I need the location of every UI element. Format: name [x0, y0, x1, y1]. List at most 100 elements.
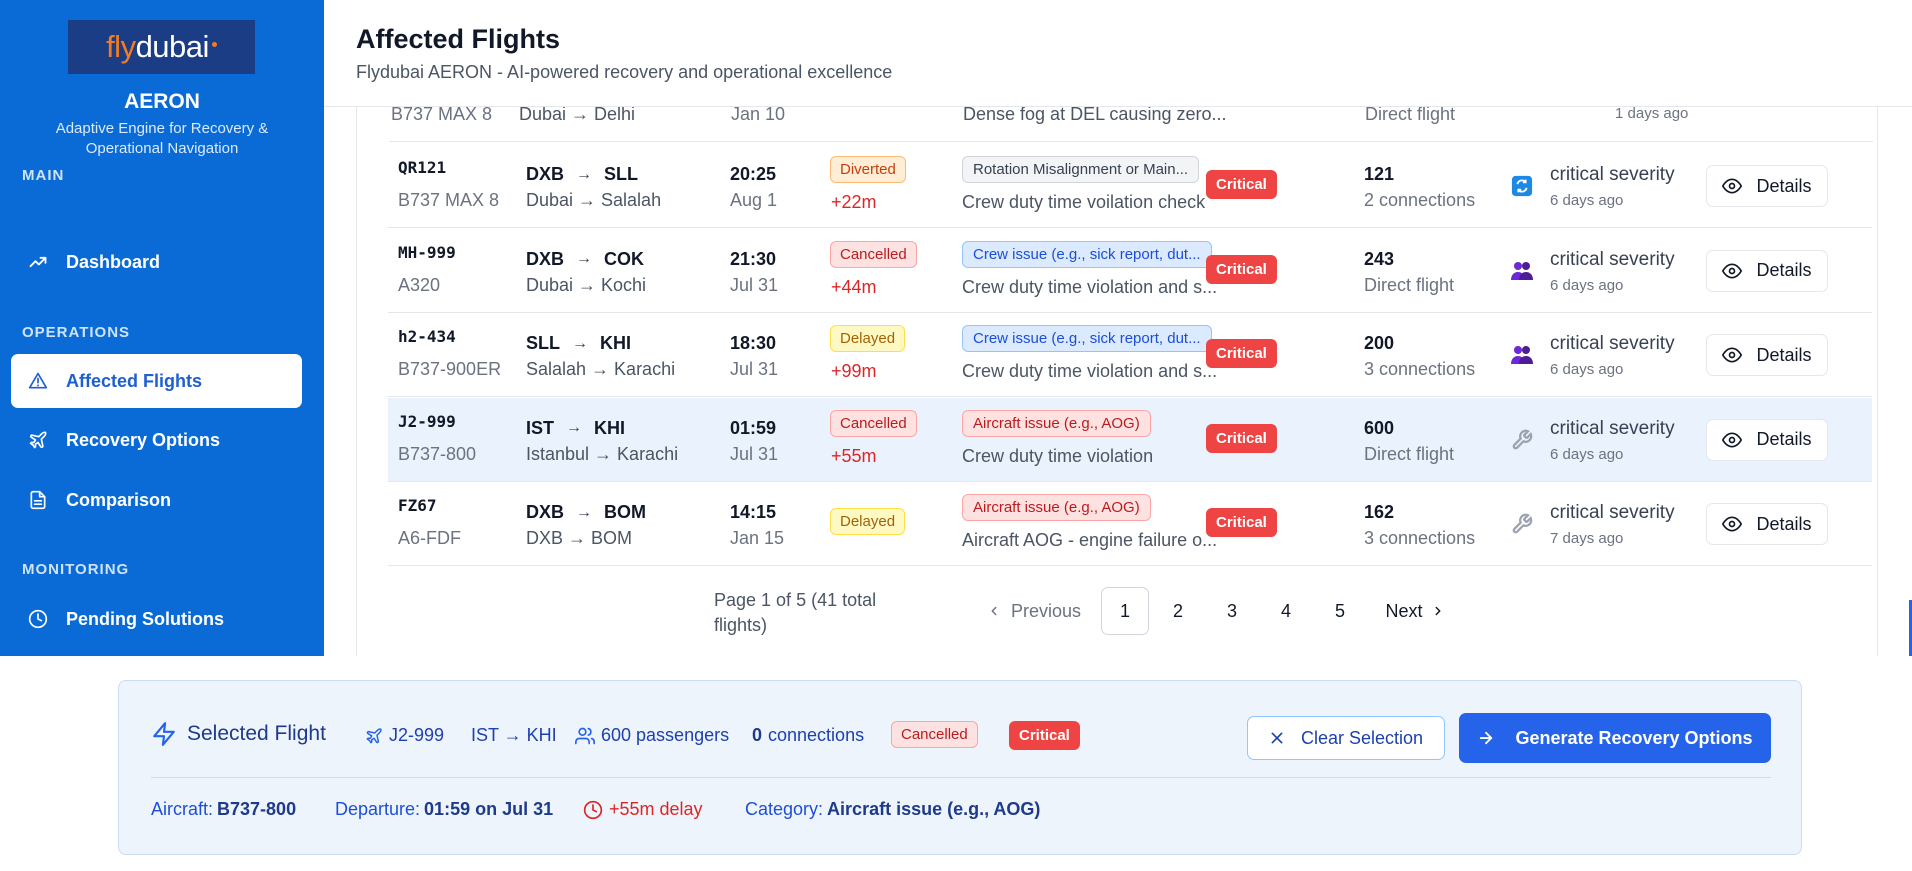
status-badge: Cancelled [830, 240, 917, 268]
table-row[interactable]: J2-999 B737-800 IST → KHI Istanbul → Kar… [388, 397, 1872, 482]
sidebar-item-recovery-options[interactable]: Recovery Options [11, 413, 302, 467]
generate-recovery-options-button[interactable]: Generate Recovery Options [1459, 713, 1771, 763]
nav-section-main: MAIN [22, 167, 65, 184]
crew-icon [1510, 343, 1534, 367]
sidebar-item-label: Pending Solutions [66, 608, 224, 629]
details-button[interactable]: Details [1706, 334, 1828, 376]
selected-category: Category: Aircraft issue (e.g., AOG) [745, 799, 1040, 820]
route-codes: SLL → KHI [526, 333, 631, 354]
destination-code: COK [604, 248, 645, 269]
route-cities: Dubai → Delhi [519, 104, 636, 124]
severity-text: critical severity [1550, 417, 1675, 439]
flight-number: QR121 [398, 158, 447, 177]
table-row[interactable]: QR121 B737 MAX 8 DXB → SLL Dubai → Salal… [388, 144, 1872, 228]
wrench-icon [1510, 512, 1534, 536]
pagination-page-3[interactable]: 3 [1208, 587, 1256, 635]
connections: 2 connections [1364, 190, 1476, 210]
departure-time: 20:25 [730, 164, 777, 184]
selected-flight-passengers-text: 600 passengers [601, 725, 730, 745]
eye-icon [1722, 178, 1743, 194]
page-title: Affected Flights [356, 24, 561, 54]
details-label: Details [1756, 429, 1812, 449]
severity-badge: Critical [1206, 254, 1277, 284]
flight-date: Jan 10 [731, 104, 786, 124]
sidebar-item-comparison[interactable]: Comparison [11, 473, 302, 527]
severity-cell: Critical [1206, 254, 1277, 284]
alert-triangle-icon [27, 370, 49, 392]
pagination-previous[interactable]: Previous [984, 587, 1084, 635]
delay-minutes: +55m [831, 445, 877, 466]
time-ago: 6 days ago [1550, 445, 1624, 463]
selected-flight-number: J2-999 [365, 725, 444, 746]
status-badge: Cancelled [830, 409, 917, 437]
details-button[interactable]: Details [1706, 418, 1828, 461]
nav-section-operations: OPERATIONS [22, 324, 131, 341]
selected-flight-number-text: J2-999 [389, 725, 445, 745]
severity-text: critical severity [1550, 502, 1675, 523]
route-cities: DXB → BOM [526, 528, 633, 548]
connections: Direct flight [1365, 104, 1456, 124]
clear-selection-label: Clear Selection [1300, 727, 1424, 748]
category-cell: Crew issue (e.g., sick report, dut... [962, 325, 1212, 357]
table-row[interactable]: MH-999 A320 DXB → COK Dubai → Kochi 21:3… [388, 229, 1872, 313]
departure-time: 18:30 [730, 333, 777, 353]
category-badge: Aircraft issue (e.g., AOG) [962, 409, 1151, 437]
table-row[interactable]: FZ67 A6-FDF DXB → BOM DXB → BOM 14:15 Ja… [388, 482, 1872, 566]
departure-value: 01:59 on Jul 31 [424, 799, 554, 819]
eye-icon [1722, 432, 1743, 447]
category-cell: Rotation Misalignment or Main... [962, 156, 1200, 188]
rotation-icon [1510, 174, 1534, 198]
category-value: Aircraft issue (e.g., AOG) [827, 799, 1041, 819]
pagination-page-1[interactable]: 1 [1101, 587, 1149, 635]
time-ago: 6 days ago [1550, 361, 1624, 378]
origin-code: DXB [526, 248, 565, 269]
pagination-next[interactable]: Next [1378, 587, 1452, 635]
category-badge: Aircraft issue (e.g., AOG) [962, 494, 1151, 521]
table-row[interactable]: h2-434 B737-900ER SLL → KHI Salalah → Ka… [388, 313, 1872, 397]
route-codes: IST → KHI [526, 418, 625, 439]
flight-date: Jul 31 [730, 359, 779, 379]
details-button[interactable]: Details [1706, 249, 1828, 292]
delay-minutes: +99m [831, 361, 877, 381]
disruption-description: Aircraft AOG - engine failure o... [962, 530, 1218, 550]
flight-date: Jan 15 [730, 528, 785, 548]
destination-code: KHI [600, 333, 631, 353]
arrow-right-icon [1480, 731, 1493, 745]
severity-badge: Critical [1206, 423, 1277, 453]
origin-code: DXB [526, 164, 565, 184]
app-name: AERON [124, 90, 200, 113]
clock-icon [27, 608, 49, 630]
selected-delay: +55m delay [583, 799, 703, 820]
category-cell: Aircraft issue (e.g., AOG) [962, 494, 1151, 526]
clear-selection-button[interactable]: Clear Selection [1247, 716, 1445, 760]
aircraft-type: A320 [398, 274, 441, 295]
arrow-right-icon: → [576, 503, 593, 521]
flight-date: Jul 31 [730, 274, 779, 295]
users-icon [575, 727, 595, 744]
status-badge: Delayed [830, 508, 906, 535]
details-button[interactable]: Details [1706, 165, 1828, 207]
aircraft-type: B737-800 [398, 443, 477, 464]
severity-cell: Critical [1206, 339, 1277, 368]
selected-flight-route: IST → KHI [471, 725, 557, 745]
pagination-page-2[interactable]: 2 [1154, 587, 1202, 635]
sidebar-item-pending-solutions[interactable]: Pending Solutions [11, 592, 302, 646]
disruption-description: Dense fog at DEL causing zero... [963, 104, 1227, 124]
pagination-page-4[interactable]: 4 [1262, 587, 1310, 635]
route-codes: DXB → SLL [526, 164, 638, 185]
pagination-page-5[interactable]: 5 [1316, 587, 1364, 635]
details-button[interactable]: Details [1706, 503, 1828, 545]
severity-badge: Critical [1206, 508, 1277, 537]
eye-icon [1722, 516, 1743, 532]
departure-time: 01:59 [730, 417, 777, 438]
page-header: Affected Flights Flydubai AERON - AI-pow… [324, 0, 1912, 107]
route-cities: Salalah → Karachi [526, 359, 676, 379]
sidebar-item-affected-flights[interactable]: Affected Flights [11, 354, 302, 408]
flydubai-logo[interactable]: fly dubai [68, 20, 255, 74]
passenger-count: 200 [1364, 333, 1395, 353]
logo-dubai-text: dubai [135, 29, 210, 64]
document-icon [27, 489, 49, 511]
category-label: Category: [745, 799, 824, 819]
destination-code: BOM [604, 502, 647, 522]
sidebar-item-dashboard[interactable]: Dashboard [11, 235, 302, 289]
